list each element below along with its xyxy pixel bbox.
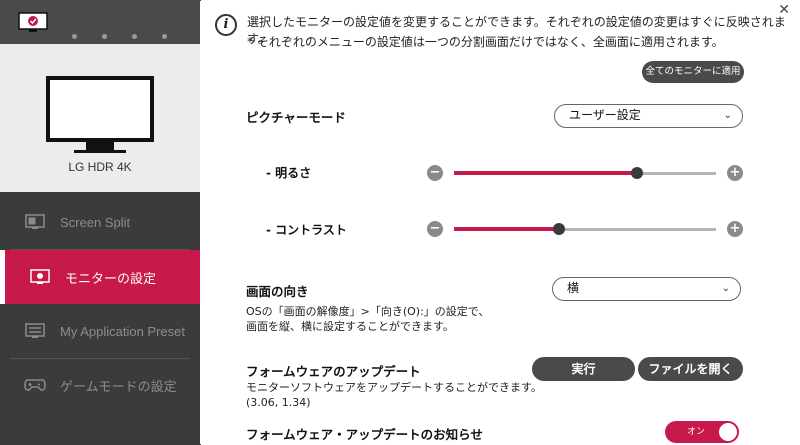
firmware-desc: モニターソフトウェアをアップデートすることができます。: [246, 381, 542, 394]
picture-mode-value: ユーザー設定: [569, 108, 641, 122]
firmware-update-label: フォームウェアのアップデート: [246, 364, 421, 379]
toggle-knob: [719, 423, 737, 441]
gamepad-icon: [24, 376, 46, 394]
orientation-desc-2: 画面を縦、横に設定することができます。: [246, 320, 454, 333]
orientation-desc-1: OSの「画面の解像度」>「向き(O):」の設定で、: [246, 305, 490, 318]
plus-icon[interactable]: +: [727, 165, 743, 181]
chevron-down-icon: ⌄: [721, 283, 730, 294]
info-icon: i: [215, 14, 237, 36]
plus-icon[interactable]: +: [727, 221, 743, 237]
keyboard-icon: [24, 322, 46, 340]
slider-handle[interactable]: [631, 167, 644, 179]
firmware-version: (3.06, 1.34): [246, 396, 311, 409]
info-note: * それぞれのメニューの設定値は一つの分割画面だけではなく、全画面に適用されます…: [247, 35, 724, 49]
sidebar-item-label: ゲームモードの設定: [60, 378, 177, 394]
picture-mode-label: ピクチャーモード: [246, 110, 346, 125]
orientation-label: 画面の向き: [246, 284, 309, 299]
brightness-label: - 明るさ: [266, 166, 312, 180]
app-logo-icon: [18, 12, 48, 32]
apply-all-monitors-button[interactable]: 全てのモニターに適用: [642, 61, 744, 83]
sidebar-item-game-mode[interactable]: ゲームモードの設定: [0, 358, 200, 412]
main-panel: ✕ i 選択したモニターの設定値を変更することができます。それぞれの設定値の変更…: [201, 0, 800, 445]
firmware-notice-toggle[interactable]: オン: [665, 421, 739, 443]
sidebar-item-my-application-preset[interactable]: My Application Preset: [0, 304, 200, 358]
sidebar-item-label: My Application Preset: [60, 323, 186, 339]
sidebar-topbar: [0, 0, 200, 44]
sidebar-item-label: Screen Split: [60, 214, 131, 230]
sidebar-item-label: モニターの設定: [65, 270, 157, 286]
slider-fill: [454, 227, 559, 231]
screen-split-icon: [24, 213, 46, 231]
monitor-model-label: LG HDR 4K: [68, 160, 132, 174]
sidebar-item-monitor-settings[interactable]: モニターの設定: [0, 250, 200, 304]
contrast-slider[interactable]: − +: [427, 219, 743, 239]
sidebar-item-screen-split[interactable]: Screen Split: [0, 195, 200, 249]
slider-handle[interactable]: [552, 223, 565, 235]
picture-mode-select[interactable]: ユーザー設定 ⌄: [554, 104, 743, 128]
top-dots: [72, 24, 192, 43]
minus-icon[interactable]: −: [427, 165, 443, 181]
minus-icon[interactable]: −: [427, 221, 443, 237]
brightness-slider[interactable]: − +: [427, 163, 743, 183]
monitor-icon: [46, 76, 154, 142]
orientation-value: 横: [567, 281, 580, 295]
firmware-notice-label: フォームウェア・アップデートのお知らせ: [246, 427, 483, 442]
contrast-label: - コントラスト: [266, 223, 347, 237]
slider-fill: [454, 171, 638, 175]
toggle-label: オン: [687, 427, 706, 437]
run-button[interactable]: 実行: [532, 357, 635, 381]
chevron-down-icon: ⌄: [723, 110, 732, 121]
orientation-select[interactable]: 横 ⌄: [552, 277, 741, 301]
monitor-preview[interactable]: LG HDR 4K: [0, 44, 200, 192]
open-file-button[interactable]: ファイルを開く: [638, 357, 743, 381]
sidebar: LG HDR 4K Screen Split モニターの設定 My Applic…: [0, 0, 200, 445]
monitor-settings-icon: [29, 268, 51, 286]
